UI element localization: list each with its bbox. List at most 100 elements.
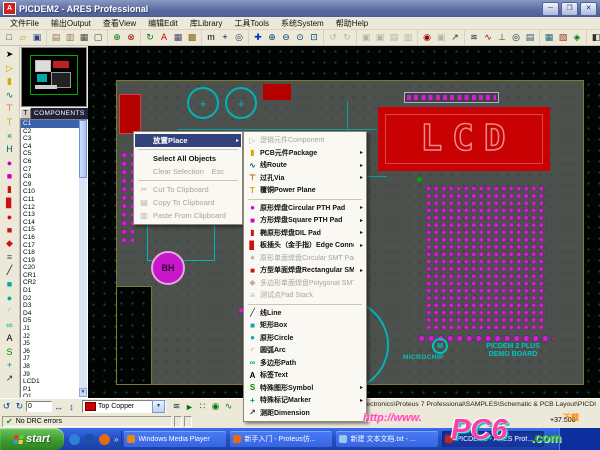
circle-tool-icon[interactable]: ● xyxy=(2,291,18,305)
menu-edit[interactable]: 编辑Edit xyxy=(142,18,184,29)
padstack-tool-icon[interactable]: ≡ xyxy=(2,251,18,265)
submenu-marker[interactable]: +特殊标记Marker▸ xyxy=(245,394,365,407)
menu-output[interactable]: 输出Output xyxy=(45,18,97,29)
rect-smt-pad-tool-icon[interactable]: ■ xyxy=(2,224,18,238)
menu-system[interactable]: 系统System xyxy=(275,18,330,29)
force-vectors-icon[interactable]: ∿ xyxy=(481,31,495,44)
component-list-item[interactable]: C13 xyxy=(21,211,79,219)
submenu-line[interactable]: ╱线Line xyxy=(245,307,365,320)
menu-view[interactable]: 查看View xyxy=(97,18,142,29)
zoom-in-icon[interactable]: ⊕ xyxy=(265,31,279,44)
menu-place[interactable]: 放置Place▸ xyxy=(135,134,241,147)
route-tool-icon[interactable]: ∿ xyxy=(2,89,18,103)
component-list-item[interactable]: C9 xyxy=(21,181,79,189)
text-tool-icon[interactable]: A xyxy=(2,332,18,346)
auto-route-icon[interactable]: ► xyxy=(183,400,196,413)
close-button[interactable]: ✕ xyxy=(580,2,597,16)
submenu-edge-connector[interactable]: ▊板插头（金手指）Edge Connector▸ xyxy=(245,239,365,252)
edge-connector-tool-icon[interactable]: ▊ xyxy=(2,197,18,211)
new-file-icon[interactable]: □ xyxy=(2,31,16,44)
round-pth-pad-tool-icon[interactable]: ● xyxy=(2,156,18,170)
component-list-item[interactable]: J2 xyxy=(21,333,79,341)
ratsnest-mode-icon[interactable]: ≋ xyxy=(170,400,183,413)
search-select-icon[interactable]: ◎ xyxy=(509,31,523,44)
component-list-item[interactable]: CR2 xyxy=(21,279,79,287)
menu-paste[interactable]: ▥Paste From Clipboard xyxy=(135,209,241,222)
component-list-item[interactable]: C12 xyxy=(21,204,79,212)
submenu-via[interactable]: ⊤过孔Via▸ xyxy=(245,172,365,185)
component-list-item[interactable]: J6 xyxy=(21,348,79,356)
submenu-pad-stack[interactable]: ≡测试点Pad Stack xyxy=(245,289,365,302)
task-notepad[interactable]: 新建 文本文档.txt - ... xyxy=(336,431,438,447)
auto-name-icon[interactable]: A xyxy=(157,31,171,44)
rotate-cw-icon[interactable]: ↻ xyxy=(13,400,26,413)
square-pth-pad-tool-icon[interactable]: ■ xyxy=(2,170,18,184)
set-environment-icon[interactable]: ↗ xyxy=(448,31,462,44)
pick-device-icon[interactable]: ◉ xyxy=(420,31,434,44)
grid-toggle-icon[interactable]: ▦ xyxy=(171,31,185,44)
component-list-item[interactable]: C18 xyxy=(21,249,79,257)
component-list-item[interactable]: C5 xyxy=(21,150,79,158)
component-list-item[interactable]: C2 xyxy=(21,128,79,136)
auto-place-icon[interactable]: ⊥ xyxy=(495,31,509,44)
ratsnest-icon[interactable]: ≋ xyxy=(467,31,481,44)
quick-launch-chevron-icon[interactable]: » xyxy=(114,435,118,444)
component-list-item[interactable]: C4 xyxy=(21,143,79,151)
via-tool-icon[interactable]: ⊤ xyxy=(2,102,18,116)
submenu-power-plane[interactable]: T覆铜Power Plane xyxy=(245,184,365,197)
open-file-icon[interactable]: ▱ xyxy=(16,31,30,44)
submenu-dil-pad[interactable]: ▮椭原形焊盘DIL Pad▸ xyxy=(245,227,365,240)
scrollbar-down-icon[interactable]: ▼ xyxy=(79,388,87,397)
component-list-item[interactable]: C20 xyxy=(21,264,79,272)
minimize-button[interactable]: ─ xyxy=(542,2,559,16)
redraw-icon[interactable]: ↻ xyxy=(143,31,157,44)
task-firefox[interactable]: 新手入门 - Proteus仿... xyxy=(230,431,332,447)
cadcam-output-icon[interactable]: ▦ xyxy=(542,31,556,44)
menu-cut[interactable]: ✂Cut To Clipboard xyxy=(135,183,241,196)
submenu-symbol[interactable]: S特殊图形Symbol▸ xyxy=(245,382,365,395)
cursor-coords-icon[interactable]: ◎ xyxy=(232,31,246,44)
component-list-item[interactable]: J1 xyxy=(21,325,79,333)
circular-smt-pad-tool-icon[interactable]: ● xyxy=(2,210,18,224)
rotate-ccw-icon[interactable]: ↺ xyxy=(0,400,13,413)
origin-icon[interactable]: + xyxy=(218,31,232,44)
selector-tool-icon[interactable]: ➤ xyxy=(2,48,18,62)
dimension-tool-icon[interactable]: ↗ xyxy=(2,372,18,386)
export-region-icon[interactable]: ▥ xyxy=(63,31,77,44)
submenu-route[interactable]: ∿线Route▸ xyxy=(245,159,365,172)
print-icon[interactable]: ▦ xyxy=(77,31,91,44)
connectivity-tool-icon[interactable]: H xyxy=(2,143,18,157)
submenu-circular-smt-pad[interactable]: ●原形单面焊盘Circular SMT Pad xyxy=(245,252,365,265)
ratsnest-tool-icon[interactable]: × xyxy=(2,129,18,143)
component-list-item[interactable]: C19 xyxy=(21,257,79,265)
save-file-icon[interactable]: ▣ xyxy=(30,31,44,44)
drc-report-icon[interactable]: ▤ xyxy=(523,31,537,44)
task-ares[interactable]: PICDEM2 - ARES Prof... xyxy=(442,431,544,447)
component-tool-icon[interactable]: ▷ xyxy=(2,62,18,76)
symbol-tool-icon[interactable]: S xyxy=(2,345,18,359)
component-list-item[interactable]: J5 xyxy=(21,340,79,348)
component-list-item[interactable]: C17 xyxy=(21,242,79,250)
component-list-item[interactable]: C15 xyxy=(21,226,79,234)
zoom-out-icon[interactable]: ⊖ xyxy=(279,31,293,44)
media-player-icon[interactable] xyxy=(84,434,95,445)
path-tool-icon[interactable]: ∞ xyxy=(2,318,18,332)
submenu-square-pth-pad[interactable]: ■方形焊盘Square PTH Pad▸ xyxy=(245,214,365,227)
layer-colors-icon[interactable]: ▩ xyxy=(185,31,199,44)
line-tool-icon[interactable]: ╱ xyxy=(2,264,18,278)
search-replace-icon[interactable]: ⊗ xyxy=(124,31,138,44)
scatter-icon[interactable]: ∷ xyxy=(196,400,209,413)
print-area-icon[interactable]: ▢ xyxy=(91,31,105,44)
menu-help[interactable]: 帮助Help xyxy=(330,18,374,29)
marker-tool-icon[interactable]: + xyxy=(2,359,18,373)
component-list-item[interactable]: D5 xyxy=(21,317,79,325)
component-list-item[interactable]: C1 xyxy=(21,120,79,128)
component-list-item[interactable]: C8 xyxy=(21,173,79,181)
component-list-item[interactable]: C7 xyxy=(21,166,79,174)
flip-horizontal-icon[interactable]: ↔ xyxy=(52,400,65,413)
menu-tools[interactable]: 工具Tools xyxy=(228,18,275,29)
submenu-component[interactable]: ▷逻辑元件Component xyxy=(245,134,365,147)
poly-smt-pad-tool-icon[interactable]: ◆ xyxy=(2,237,18,251)
metric-icon[interactable]: m xyxy=(204,31,218,44)
menu-clear-selection[interactable]: Clear SelectionEsc xyxy=(135,165,241,178)
